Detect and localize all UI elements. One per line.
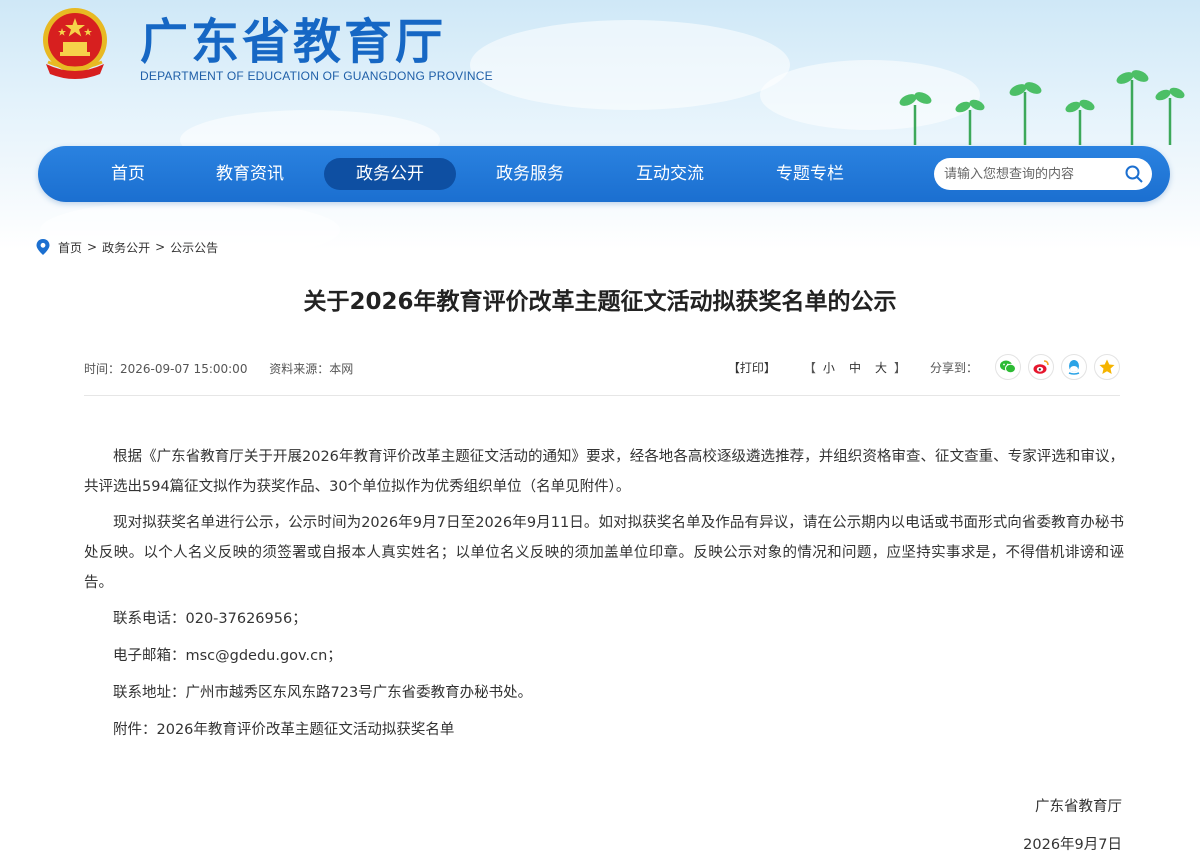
article-meta: 时间：2026-09-07 15:00:00 资料来源：本网 【打印】 【 小 …: [84, 352, 1120, 382]
contact-address: 联系地址：广州市越秀区东风东路723号广东省委教育办秘书处。: [113, 685, 533, 701]
meta-divider: [84, 395, 1120, 396]
breadcrumb-separator: >: [155, 240, 166, 254]
site-subtitle: DEPARTMENT OF EDUCATION OF GUANGDONG PRO…: [140, 69, 493, 83]
font-size-small-button[interactable]: 小: [823, 359, 835, 376]
weibo-icon: [1033, 360, 1049, 374]
breadcrumb: 首页 > 政务公开 > 公示公告: [36, 238, 218, 256]
search-icon[interactable]: [1124, 164, 1144, 184]
publish-time: 时间：2026-09-07 15:00:00: [84, 362, 248, 376]
font-size-controls: 【 小 中 大 】: [804, 359, 906, 376]
share-qq-button[interactable]: [1061, 354, 1087, 380]
share-qzone-button[interactable]: [1094, 354, 1120, 380]
nav-item-education-news[interactable]: 教育资讯: [198, 158, 302, 190]
search-box: [934, 158, 1152, 190]
article-body: 根据《广东省教育厅关于开展2026年教育评价改革主题征文活动的通知》要求，经各地…: [84, 442, 1124, 752]
location-pin-icon: [36, 239, 50, 255]
signature-date: 2026年9月7日: [1023, 837, 1122, 853]
wechat-icon: [1000, 360, 1016, 374]
font-size-bracket-close: 】: [893, 360, 906, 375]
national-emblem-icon: [43, 8, 107, 79]
article-paragraph: 现对拟获奖名单进行公示，公示时间为2026年9月7日至2026年9月11日。如对…: [84, 515, 1124, 591]
font-size-bracket-open: 【: [803, 360, 816, 375]
main-nav: 首页 教育资讯 政务公开 政务服务 互动交流 专题专栏: [38, 146, 1170, 202]
signature-org: 广东省教育厅: [1035, 799, 1122, 815]
search-input[interactable]: [944, 158, 1114, 190]
attachment-link[interactable]: 附件：2026年教育评价改革主题征文活动拟获奖名单: [84, 715, 1124, 745]
nav-item-special-topics[interactable]: 专题专栏: [758, 158, 862, 190]
nav-item-home[interactable]: 首页: [78, 158, 178, 190]
font-size-medium-button[interactable]: 中: [849, 359, 861, 376]
breadcrumb-announcements[interactable]: 公示公告: [170, 239, 218, 256]
share-weibo-button[interactable]: [1028, 354, 1054, 380]
contact-phone: 联系电话：020-37626956；: [113, 611, 307, 627]
print-button[interactable]: 【打印】: [728, 359, 776, 376]
signature: 广东省教育厅 2026年9月7日: [1023, 795, 1122, 860]
article-title: 关于2026年教育评价改革主题征文活动拟获奖名单的公示: [303, 289, 897, 315]
nav-item-interaction[interactable]: 互动交流: [618, 158, 722, 190]
share-label: 分享到：: [929, 360, 978, 375]
breadcrumb-separator: >: [87, 240, 98, 254]
nav-item-government-affairs[interactable]: 政务公开: [324, 158, 456, 190]
qzone-icon: [1099, 359, 1115, 374]
font-size-large-button[interactable]: 大: [875, 359, 887, 376]
share-wechat-button[interactable]: [995, 354, 1021, 380]
breadcrumb-government-affairs[interactable]: 政务公开: [102, 239, 150, 256]
breadcrumb-home[interactable]: 首页: [58, 239, 82, 256]
nav-item-government-services[interactable]: 政务服务: [478, 158, 582, 190]
qq-icon: [1068, 360, 1080, 375]
contact-email: 电子邮箱：msc@gdedu.gov.cn；: [113, 648, 342, 664]
site-title: 广东省教育厅: [140, 14, 447, 70]
article-paragraph: 根据《广东省教育厅关于开展2026年教育评价改革主题征文活动的通知》要求，经各地…: [84, 449, 1124, 495]
seedling-decoration-icon: [899, 70, 1185, 145]
article-source: 资料来源：本网: [269, 362, 354, 376]
